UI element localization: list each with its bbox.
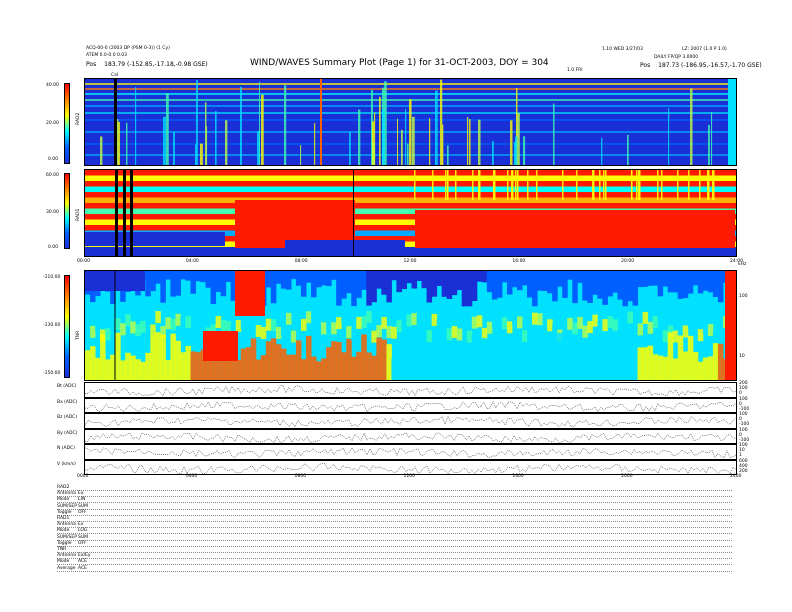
footer-dotted-rule — [57, 527, 732, 529]
footer-dotted-rule — [57, 490, 732, 491]
footer-dotted-rule — [57, 539, 732, 541]
footer-dotted-rule — [57, 508, 732, 510]
footer-dotted-rule — [57, 558, 732, 560]
footer-dotted-rule — [57, 545, 732, 547]
footer-dotted-rule — [57, 564, 732, 566]
footer-dotted-rule — [57, 552, 732, 553]
footer-settings: RAD2 Antenna Ex Mode LIN SUM/SEP SUM Toggle OFF R… — [0, 0, 792, 612]
footer-dotted-rule — [57, 533, 732, 535]
footer-dotted-rule — [57, 570, 732, 572]
footer-dotted-rule — [57, 502, 732, 504]
footer-dotted-rule — [57, 521, 732, 522]
footer-dotted-rule — [57, 496, 732, 498]
footer-dotted-rule — [57, 514, 732, 516]
